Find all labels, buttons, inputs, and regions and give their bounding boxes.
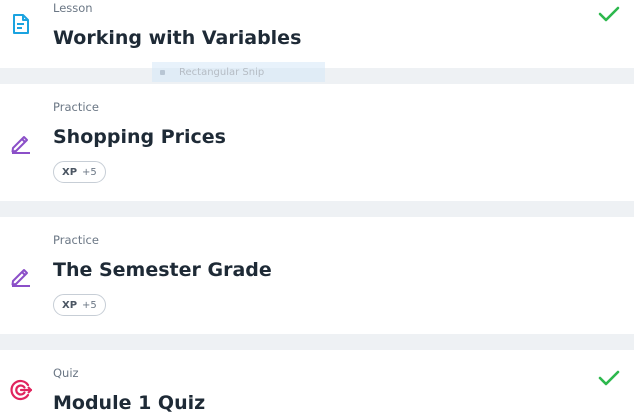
snip-icon <box>160 69 165 75</box>
list-item-lesson[interactable]: Lesson Working with Variables <box>0 0 634 68</box>
check-icon <box>597 368 621 388</box>
check-icon <box>597 4 621 24</box>
item-type-label: Practice <box>53 100 99 114</box>
item-title[interactable]: Working with Variables <box>53 27 301 49</box>
practice-pencil-icon <box>9 131 33 155</box>
item-type-label: Practice <box>53 233 99 247</box>
xp-label: XP <box>62 166 78 178</box>
item-type-label: Quiz <box>53 366 79 380</box>
course-item-list: Lesson Working with Variables Practice S… <box>0 0 634 412</box>
xp-value: +5 <box>82 299 97 311</box>
item-title[interactable]: Shopping Prices <box>53 126 226 148</box>
list-item-quiz[interactable]: Quiz Module 1 Quiz <box>0 350 634 412</box>
xp-value: +5 <box>82 166 97 178</box>
rectangular-snip-tooltip: Rectangular Snip <box>152 62 325 82</box>
practice-pencil-icon <box>9 264 33 288</box>
item-type-label: Lesson <box>53 1 93 15</box>
item-title[interactable]: Module 1 Quiz <box>53 392 205 412</box>
item-title[interactable]: The Semester Grade <box>53 259 272 281</box>
lesson-document-icon <box>9 12 33 36</box>
list-item-practice[interactable]: Practice Shopping Prices XP +5 <box>0 84 634 201</box>
list-item-practice[interactable]: Practice The Semester Grade XP +5 <box>0 217 634 334</box>
snip-label: Rectangular Snip <box>179 66 265 78</box>
xp-label: XP <box>62 299 78 311</box>
xp-badge: XP +5 <box>53 294 106 316</box>
quiz-target-icon <box>9 378 33 402</box>
xp-badge: XP +5 <box>53 161 106 183</box>
